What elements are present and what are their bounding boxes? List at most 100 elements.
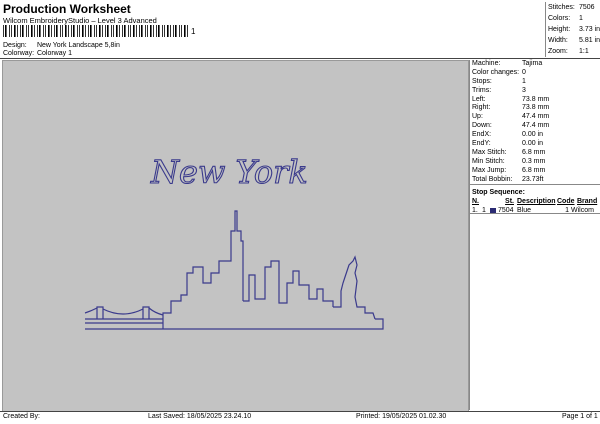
machine-info-row: Right: 73.8 mm — [470, 104, 600, 113]
machine-info-label: Max Jump: — [472, 166, 507, 174]
stat-stitches: Stitches: 7506 — [546, 2, 600, 13]
stat-value: 3.73 in — [579, 26, 600, 33]
page-number: Page 1 of 1 — [562, 413, 598, 420]
row-st: 7504 — [490, 206, 514, 215]
barcode-bar — [145, 25, 146, 37]
machine-info-value: 73.8 mm — [522, 104, 550, 112]
stats-panel: Stitches: 7506 Colors: 1 Height: 3.73 in Wi… — [545, 2, 600, 57]
stat-value: 1 — [579, 15, 583, 22]
machine-info-value: 3 — [522, 86, 526, 94]
machine-info-label: Color changes: — [472, 68, 520, 76]
barcode-bar — [94, 25, 95, 37]
machine-info-label: Machine: — [472, 60, 501, 67]
barcode-bar — [96, 25, 97, 37]
barcode-bar — [14, 25, 16, 37]
machine-info-row: Trims: 3 — [470, 87, 600, 96]
barcode-bar — [122, 25, 123, 37]
machine-info-label: Up: — [472, 113, 483, 121]
embroidery-artwork: New York — [84, 152, 384, 330]
stat-value: 5.81 in — [579, 37, 600, 44]
machine-info-value: 0.3 mm — [522, 157, 546, 165]
barcode-bar — [26, 25, 27, 37]
barcode-bar — [43, 25, 44, 37]
machine-info-value: 73.8 mm — [522, 95, 550, 103]
stop-sequence-bottom-divider — [469, 213, 600, 214]
machine-info-label: Right: — [472, 104, 491, 112]
row-code: 1 — [565, 207, 569, 215]
barcode-bar — [99, 25, 101, 37]
stat-colors: Colors: 1 — [546, 13, 600, 24]
stop-sequence-columns: N. St. Description Code Brand — [470, 197, 600, 206]
machine-info-row: EndY: 0.00 in — [470, 140, 600, 149]
barcode-bar — [119, 25, 120, 37]
stat-label: Width: — [548, 37, 568, 44]
stat-label: Stitches: — [548, 4, 575, 11]
barcode-bar — [77, 25, 78, 37]
machine-info-row: Left: 73.8 mm — [470, 96, 600, 105]
barcode-bar — [181, 25, 182, 37]
design-name-row: Design: New York Landscape 5,8in — [3, 42, 120, 49]
stop-sequence-row: 1. 1 7504 Blue 1 Wilcom — [470, 206, 600, 215]
machine-info-row: Color changes: 0 — [470, 69, 600, 78]
barcode-bar — [107, 25, 109, 37]
row-n: 1 — [482, 207, 486, 215]
barcode-bar — [170, 25, 171, 37]
colorway-value: Colorway 1 — [36, 50, 72, 57]
machine-info-value: 0 — [522, 68, 526, 76]
barcode-bar — [113, 25, 114, 37]
col-description: Description — [517, 198, 556, 206]
col-st: St. — [505, 198, 514, 206]
stat-label: Colors: — [548, 15, 571, 22]
barcode-bar — [82, 25, 84, 37]
barcode-bar — [167, 25, 169, 37]
barcode-bar — [133, 25, 135, 37]
barcode-bar — [105, 25, 106, 37]
machine-info-label: Left: — [472, 95, 486, 103]
machine-info-value: 47.4 mm — [522, 122, 550, 130]
stat-label: Height: — [548, 26, 571, 33]
barcode-bar — [65, 25, 67, 37]
skyline-outline — [84, 210, 384, 330]
worksheet-title: Production Worksheet — [3, 2, 131, 16]
barcode-bar — [54, 25, 55, 37]
barcode-bar — [128, 25, 129, 37]
barcode-bar — [37, 25, 38, 37]
colorway-label: Colorway: — [3, 50, 35, 57]
machine-info-value: 6.8 mm — [522, 148, 546, 156]
colorway-row: Colorway: Colorway 1 — [3, 50, 72, 57]
machine-info-panel: Machine: Tajima Color changes: 0 Stops: 1 Trim… — [469, 60, 600, 410]
barcode-bar — [88, 25, 89, 37]
barcode-bar — [162, 25, 163, 37]
design-preview: New York — [2, 60, 469, 412]
barcode-bar — [20, 25, 21, 37]
barcode-bar — [164, 25, 165, 37]
barcode-bar — [22, 25, 24, 37]
barcode-bar — [184, 25, 186, 37]
barcode-bar — [60, 25, 61, 37]
barcode-suffix: 1 — [191, 27, 196, 36]
stop-sequence-divider — [469, 184, 600, 185]
barcode-bar — [39, 25, 41, 37]
barcode-bar — [158, 25, 160, 37]
machine-info-label: Max Stitch: — [472, 148, 507, 156]
barcode-bar — [130, 25, 131, 37]
barcode-image — [3, 25, 188, 37]
barcode-bar — [31, 25, 33, 37]
barcode-bar — [187, 25, 188, 37]
printed-date: Printed: 19/05/2025 01.02.30 — [356, 413, 447, 420]
barcode-bar — [175, 25, 177, 37]
barcode-bar — [34, 25, 35, 37]
barcode-bar — [17, 25, 18, 37]
machine-info-row: Max Stitch: 6.8 mm — [470, 149, 600, 158]
stat-height: Height: 3.73 in — [546, 24, 600, 35]
barcode-bar — [5, 25, 7, 37]
barcode-bar — [9, 25, 10, 37]
stat-zoom: Zoom: 1:1 — [546, 46, 600, 57]
row-description: Blue — [517, 207, 532, 215]
stat-value: 7506 — [579, 4, 595, 11]
machine-info-label: Trims: — [472, 86, 492, 94]
stat-label: Zoom: — [548, 48, 568, 55]
barcode-bar — [147, 25, 148, 37]
machine-info-row: Up: 47.4 mm — [470, 113, 600, 122]
machine-info-label: Down: — [472, 122, 492, 130]
